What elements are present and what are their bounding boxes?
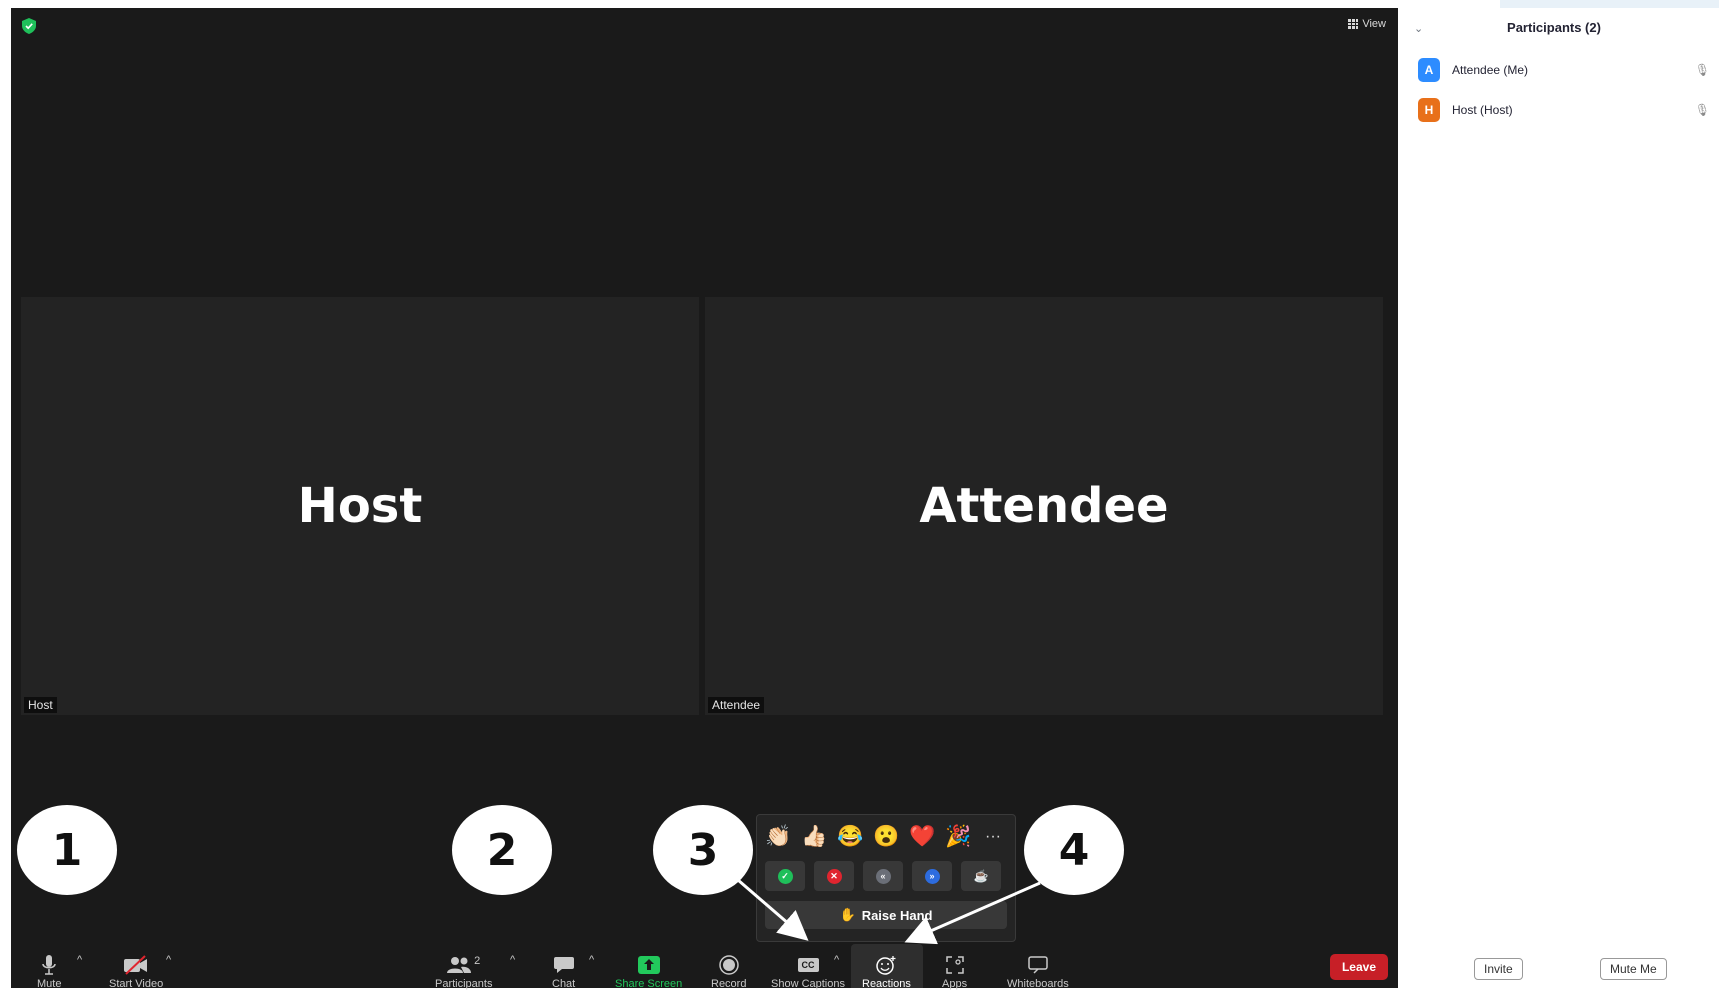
- share-screen-label: Share Screen: [615, 978, 683, 990]
- video-tile-host[interactable]: Host Host: [21, 297, 699, 715]
- tile-name: Attendee: [919, 478, 1169, 534]
- participants-panel: ⌄ Participants (2) A Attendee (Me) 🎙 H H…: [1398, 8, 1719, 988]
- apps-button[interactable]: Apps: [942, 952, 968, 990]
- thumbs-up-emoji-icon[interactable]: 👍🏻: [801, 825, 827, 849]
- participants-icon: [447, 957, 472, 973]
- tile-label: Host: [24, 697, 57, 713]
- microphone-icon[interactable]: 🎙: [1695, 103, 1710, 117]
- leave-button[interactable]: Leave: [1329, 954, 1388, 980]
- mute-me-button[interactable]: Mute Me: [1600, 958, 1667, 980]
- video-tile-attendee[interactable]: Attendee Attendee: [705, 297, 1383, 715]
- away-coffee-button[interactable]: ☕: [961, 861, 1001, 891]
- raise-hand-button[interactable]: ✋ Raise Hand: [765, 901, 1007, 929]
- microphone-icon: [42, 955, 56, 975]
- x-icon: ✕: [826, 868, 842, 884]
- tile-name: Host: [297, 478, 423, 534]
- callout-number-1: 1: [17, 805, 117, 895]
- fast-forward-icon: »: [924, 868, 940, 884]
- participant-name: Host (Host): [1452, 103, 1513, 117]
- whiteboards-label: Whiteboards: [1007, 978, 1069, 990]
- speed-up-button[interactable]: »: [912, 861, 952, 891]
- show-captions-label: Show Captions: [771, 978, 845, 990]
- heart-emoji-icon[interactable]: ❤️: [909, 825, 935, 849]
- open-mouth-emoji-icon[interactable]: 😮: [873, 825, 899, 849]
- reactions-label: Reactions: [862, 978, 911, 990]
- chat-button[interactable]: Chat: [552, 952, 576, 990]
- video-options-chevron-icon[interactable]: ^: [166, 954, 171, 966]
- participants-count: 2: [474, 955, 481, 967]
- callout-number-4: 4: [1024, 805, 1124, 895]
- participants-panel-title: Participants (2): [1507, 20, 1601, 35]
- invite-button[interactable]: Invite: [1474, 958, 1523, 980]
- view-button[interactable]: View: [1348, 18, 1386, 30]
- reactions-button[interactable]: Reactions: [862, 952, 911, 990]
- participant-name: Attendee (Me): [1452, 63, 1529, 77]
- clap-emoji-icon[interactable]: 👏🏻: [765, 825, 791, 849]
- apps-icon: [945, 956, 964, 974]
- start-video-label: Start Video: [109, 978, 164, 990]
- check-icon: ✓: [777, 868, 793, 884]
- participant-row-host[interactable]: H Host (Host) 🎙: [1418, 98, 1718, 122]
- share-screen-icon: [637, 956, 660, 974]
- more-reactions-icon[interactable]: ···: [981, 825, 1005, 849]
- callout-number-3: 3: [653, 805, 753, 895]
- record-icon: [718, 955, 739, 975]
- apps-label: Apps: [942, 978, 968, 990]
- record-label: Record: [711, 978, 747, 990]
- party-popper-emoji-icon[interactable]: 🎉: [945, 825, 971, 849]
- whiteboard-icon: [1028, 956, 1048, 974]
- participants-label: Participants: [435, 978, 493, 990]
- participants-button[interactable]: 2 Participants: [435, 952, 493, 990]
- view-label: View: [1362, 18, 1386, 30]
- captions-options-chevron-icon[interactable]: ^: [834, 954, 839, 966]
- slow-down-button[interactable]: «: [863, 861, 903, 891]
- meeting-toolbar: Mute ^ Start Video ^ 2 Participants ^ Ch…: [11, 932, 1398, 990]
- rewind-icon: «: [875, 868, 891, 884]
- nonverbal-feedback-row: ✓ ✕ « » ☕: [765, 861, 1001, 891]
- no-button[interactable]: ✕: [814, 861, 854, 891]
- share-screen-button[interactable]: Share Screen: [615, 952, 683, 990]
- microphone-icon[interactable]: 🎙: [1695, 63, 1710, 77]
- chat-icon: [553, 957, 574, 973]
- reactions-smiley-icon: [876, 956, 896, 975]
- tile-label: Attendee: [708, 697, 765, 713]
- participants-options-chevron-icon[interactable]: ^: [510, 954, 515, 966]
- audio-options-chevron-icon[interactable]: ^: [77, 954, 82, 966]
- grid-view-icon: [1348, 19, 1359, 29]
- whiteboards-button[interactable]: Whiteboards: [1007, 952, 1069, 990]
- coffee-icon: ☕: [973, 869, 989, 883]
- video-off-icon: [124, 955, 148, 975]
- avatar: H: [1418, 98, 1440, 122]
- encryption-shield-icon[interactable]: [22, 18, 36, 34]
- raised-hand-icon: ✋: [839, 907, 856, 922]
- participant-row-attendee[interactable]: A Attendee (Me) 🎙: [1418, 58, 1718, 82]
- reactions-popup: 👏🏻 👍🏻 😂 😮 ❤️ 🎉 ··· ✓ ✕ « » ☕ ✋ Raise Han…: [756, 814, 1016, 942]
- mute-label: Mute: [37, 978, 62, 990]
- avatar: A: [1418, 58, 1440, 82]
- record-button[interactable]: Record: [711, 952, 747, 990]
- callout-number-2: 2: [452, 805, 552, 895]
- closed-captions-icon: CC: [797, 958, 819, 972]
- yes-button[interactable]: ✓: [765, 861, 805, 891]
- chat-options-chevron-icon[interactable]: ^: [589, 954, 594, 966]
- mute-button[interactable]: Mute: [37, 952, 62, 990]
- raise-hand-label: Raise Hand: [861, 907, 933, 923]
- joy-emoji-icon[interactable]: 😂: [837, 825, 863, 849]
- emoji-reactions-row: 👏🏻 👍🏻 😂 😮 ❤️ 🎉 ···: [765, 825, 1005, 849]
- chat-label: Chat: [552, 978, 576, 990]
- panel-top-bar: [1500, 0, 1719, 8]
- start-video-button[interactable]: Start Video: [109, 952, 164, 990]
